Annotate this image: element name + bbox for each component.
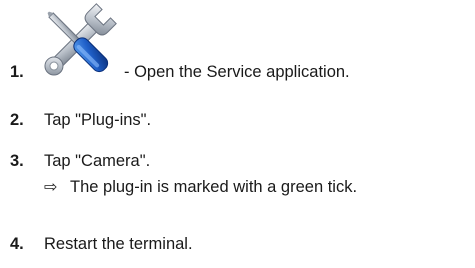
wrench-screwdriver-icon [44, 3, 117, 76]
step-text: - Open the Service application. [124, 63, 350, 81]
step-number: 4. [10, 235, 24, 253]
result-arrow-icon: ⇨ [44, 177, 58, 196]
step-text: Tap "Plug-ins". [44, 111, 152, 129]
step-text: Restart the terminal. [44, 235, 193, 253]
result-text: The plug-in is marked with a green tick. [70, 178, 358, 196]
step-number: 2. [10, 111, 24, 129]
step-text: Tap "Camera". [44, 152, 151, 170]
step-number: 3. [10, 152, 24, 170]
step-number: 1. [10, 63, 24, 81]
